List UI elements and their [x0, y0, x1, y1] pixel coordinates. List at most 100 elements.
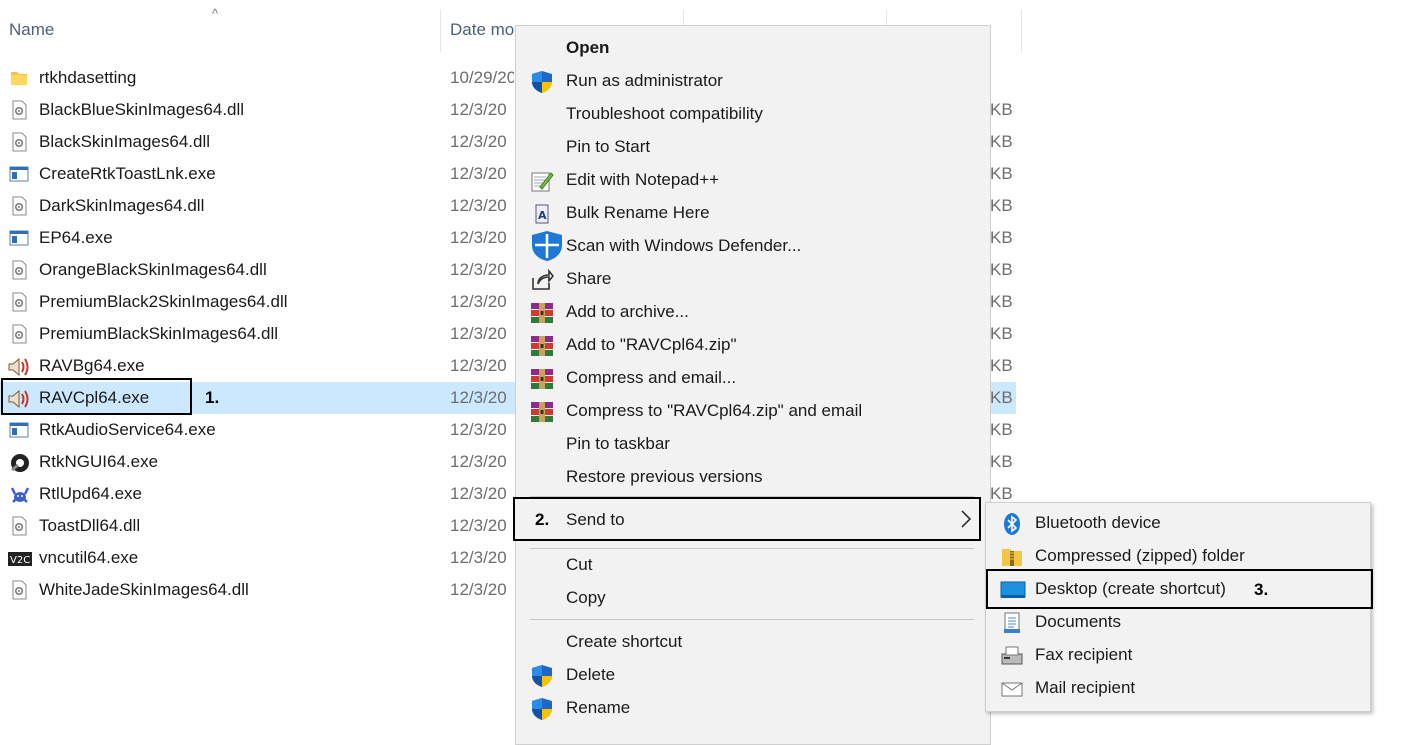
column-header-name[interactable]: Name [9, 20, 54, 40]
file-name: rtkhdasetting [39, 68, 137, 87]
file-date-modified: 12/3/20 [450, 548, 507, 567]
file-date-modified: 12/3/20 [450, 100, 507, 119]
uac-shield-icon [530, 70, 554, 94]
column-header-date-modified[interactable]: Date mo [450, 20, 514, 40]
send-to-item-label: Compressed (zipped) folder [1035, 546, 1245, 565]
menu-item-rename[interactable]: Rename [516, 692, 990, 725]
send-to-item-fax-recipient[interactable]: Fax recipient [986, 639, 1370, 672]
send-to-item-label: Documents [1035, 612, 1121, 631]
menu-item-label: Rename [566, 698, 631, 717]
send-to-item-documents[interactable]: Documents [986, 606, 1370, 639]
annotation-step-3: 3. [1254, 580, 1269, 599]
menu-item-pin-to-taskbar[interactable]: Pin to taskbar [516, 428, 990, 461]
winrar-icon [530, 367, 554, 391]
dll-file-icon [9, 132, 29, 152]
dll-file-icon [9, 580, 29, 600]
column-divider[interactable] [1021, 10, 1022, 52]
svg-text:A: A [538, 209, 547, 222]
menu-item-delete[interactable]: Delete [516, 659, 990, 692]
crab-icon [9, 484, 30, 504]
menu-item-run-as-administrator[interactable]: Run as administrator [516, 65, 990, 98]
file-size: KB [990, 132, 1013, 151]
file-date-modified: 10/29/20 [450, 68, 514, 87]
vnc-icon: V2C [8, 550, 32, 570]
menu-item-add-to-ravcpl64-zip[interactable]: Add to "RAVCpl64.zip" [516, 329, 990, 362]
folder-icon [9, 68, 29, 88]
context-menu: Open Run as administrator Troubleshoot com… [515, 25, 991, 745]
file-name: PremiumBlack2SkinImages64.dll [39, 292, 288, 311]
share-icon [530, 268, 555, 292]
menu-separator [530, 619, 974, 620]
menu-item-edit-with-notepad[interactable]: Edit with Notepad++ [516, 164, 990, 197]
annotation-step-2: 2. [535, 510, 550, 529]
send-to-item-mail-recipient[interactable]: Mail recipient [986, 672, 1370, 705]
menu-item-pin-to-start[interactable]: Pin to Start [516, 131, 990, 164]
file-size: KB [990, 324, 1013, 343]
send-to-submenu: Bluetooth device Compressed (zipped) fold… [985, 502, 1373, 712]
file-size: KB [990, 260, 1013, 279]
winrar-icon [530, 301, 554, 325]
menu-item-open[interactable]: Open [516, 32, 990, 65]
menu-item-label: Compress and email... [566, 368, 737, 387]
exe-app-icon [9, 164, 29, 184]
menu-item-copy[interactable]: Copy [516, 582, 990, 615]
menu-item-label: Restore previous versions [566, 467, 763, 486]
menu-item-create-shortcut[interactable]: Create shortcut [516, 626, 990, 659]
uac-shield-icon [530, 697, 554, 721]
column-divider[interactable] [440, 10, 441, 52]
file-date-modified: 12/3/20 [450, 132, 507, 151]
file-date-modified: 12/3/20 [450, 228, 507, 247]
dll-file-icon [9, 516, 29, 536]
menu-item-label: Cut [566, 555, 593, 574]
file-name: PremiumBlackSkinImages64.dll [39, 324, 279, 343]
file-name: RAVBg64.exe [39, 356, 145, 375]
file-size: KB [990, 420, 1013, 439]
file-date-modified: 12/3/20 [450, 452, 507, 471]
svg-text:V2C: V2C [10, 555, 30, 566]
menu-item-cut[interactable]: Cut [516, 549, 990, 582]
file-date-modified: 12/3/20 [450, 356, 507, 375]
file-size: KB [990, 388, 1013, 407]
menu-item-label: Open [566, 38, 610, 57]
send-to-item-bluetooth-device[interactable]: Bluetooth device [986, 507, 1370, 540]
file-size: KB [990, 484, 1013, 503]
menu-item-scan-with-windows-defender[interactable]: Scan with Windows Defender... [516, 230, 990, 263]
zip-folder-icon [1000, 545, 1024, 569]
dll-file-icon [9, 324, 29, 344]
file-name: RtkNGUI64.exe [39, 452, 159, 471]
dll-file-icon [9, 292, 29, 312]
annotation-box-step-1 [1, 378, 192, 415]
notepadpp-icon [530, 169, 554, 193]
annotation-box-step-3: 3. [986, 569, 1373, 609]
file-size: KB [990, 164, 1013, 183]
file-name: WhiteJadeSkinImages64.dll [39, 580, 249, 599]
menu-item-label: Bulk Rename Here [566, 203, 710, 222]
menu-item-label: Add to "RAVCpl64.zip" [566, 335, 737, 354]
menu-item-compress-and-email[interactable]: Compress and email... [516, 362, 990, 395]
menu-item-bulk-rename-here[interactable]: A Bulk Rename Here [516, 197, 990, 230]
menu-item-label: Add to archive... [566, 302, 689, 321]
menu-item-compress-to-ravcpl64-zip-and-email[interactable]: Compress to "RAVCpl64.zip" and email [516, 395, 990, 428]
file-date-modified: 12/3/20 [450, 324, 507, 343]
menu-item-label: Pin to taskbar [566, 434, 670, 453]
menu-item-label: Edit with Notepad++ [566, 170, 720, 189]
exe-app-icon [9, 420, 29, 440]
realtek-gui-icon [9, 452, 29, 472]
sort-ascending-icon: ^ [212, 6, 219, 21]
menu-item-restore-previous-versions[interactable]: Restore previous versions [516, 461, 990, 494]
file-size: KB [990, 100, 1013, 119]
menu-item-send-to[interactable]: 2. Send to [513, 497, 981, 541]
menu-item-troubleshoot-compatibility[interactable]: Troubleshoot compatibility [516, 98, 990, 131]
mail-icon [1000, 677, 1024, 701]
file-name: DarkSkinImages64.dll [39, 196, 205, 215]
file-date-modified: 12/3/20 [450, 516, 507, 535]
dll-file-icon [9, 196, 29, 216]
send-to-item-label: Fax recipient [1035, 645, 1133, 664]
file-name: CreateRtkToastLnk.exe [39, 164, 216, 183]
menu-item-label: Delete [566, 665, 616, 684]
file-name: RtkAudioService64.exe [39, 420, 216, 439]
file-size: KB [990, 228, 1013, 247]
menu-item-add-to-archive[interactable]: Add to archive... [516, 296, 990, 329]
menu-item-share[interactable]: Share [516, 263, 990, 296]
documents-icon [1000, 611, 1024, 635]
